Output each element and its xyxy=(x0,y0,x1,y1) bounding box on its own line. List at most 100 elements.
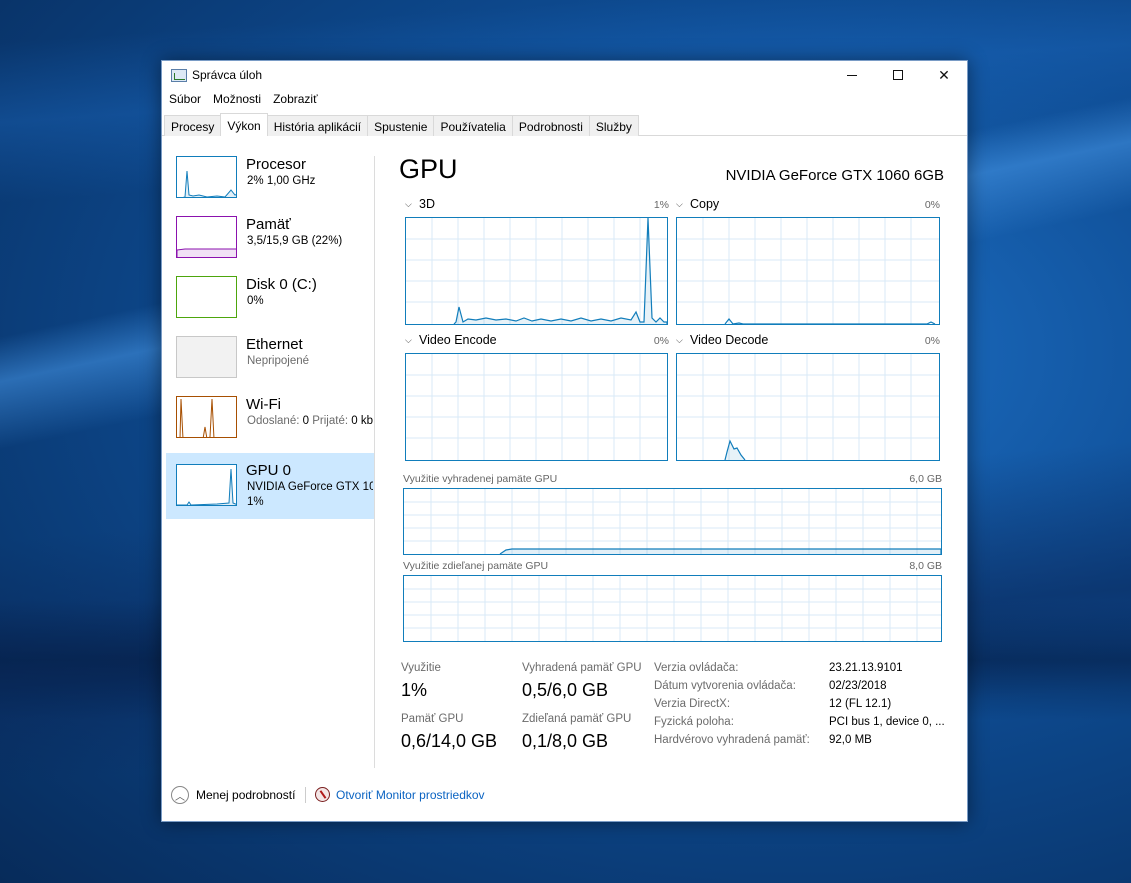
sidebar-item-sub: 2% 1,00 GHz xyxy=(247,175,316,187)
close-button[interactable]: ✕ xyxy=(921,61,967,89)
info-key: Verzia DirectX: xyxy=(654,698,731,710)
sidebar-item-gpu[interactable]: GPU 0 NVIDIA GeForce GTX 1060 6GB 1% xyxy=(166,453,374,519)
menu-bar: Súbor Možnosti Zobraziť xyxy=(162,89,967,109)
disk-thumbnail-graph xyxy=(176,276,237,318)
page-title: GPU xyxy=(399,154,458,184)
chevron-down-icon: ⌵ xyxy=(405,334,412,345)
sidebar-item-sub: 0% xyxy=(247,295,264,307)
info-value: 23.21.13.9101 xyxy=(829,662,903,674)
gpu-mem-value: 0,6/14,0 GB xyxy=(401,731,498,751)
sidebar-item-sub: Odoslané: 0 Prijaté: 0 kb xyxy=(247,415,373,427)
tab-services[interactable]: Služby xyxy=(588,115,639,136)
engine-copy-graph xyxy=(676,217,940,325)
sidebar-item-ethernet[interactable]: Ethernet Nepripojené xyxy=(166,333,374,393)
footer-divider xyxy=(305,787,306,803)
engine-copy-selector[interactable]: ⌵ Copy xyxy=(676,197,719,211)
close-icon: ✕ xyxy=(938,66,950,83)
minimize-icon xyxy=(847,74,857,76)
engine-pct: 0% xyxy=(924,199,940,211)
tab-processes[interactable]: Procesy xyxy=(164,115,222,136)
chevron-down-icon: ⌵ xyxy=(676,334,683,345)
chevron-down-icon: ⌵ xyxy=(676,198,683,209)
engine-3d-selector[interactable]: ⌵ 3D xyxy=(405,197,435,211)
engine-pct: 1% xyxy=(653,199,669,211)
shared-mem-label: Využitie zdieľanej pamäte GPU xyxy=(403,560,549,572)
sidebar-item-label: GPU 0 xyxy=(246,462,292,479)
engine-pct: 0% xyxy=(924,335,940,347)
memory-thumbnail-graph xyxy=(176,216,237,258)
menu-file[interactable]: Súbor xyxy=(169,89,201,109)
open-resource-monitor-link[interactable]: Otvoriť Monitor prostriedkov xyxy=(336,788,485,802)
sidebar-item-cpu[interactable]: Procesor 2% 1,00 GHz xyxy=(166,153,374,213)
info-key: Dátum vytvorenia ovládača: xyxy=(654,680,796,692)
sidebar-item-disk[interactable]: Disk 0 (C:) 0% xyxy=(166,273,374,333)
gpu-thumbnail-graph xyxy=(176,464,237,506)
info-value: 92,0 MB xyxy=(829,734,872,746)
sidebar-item-sub: Nepripojené xyxy=(247,355,310,367)
chevron-down-icon: ⌵ xyxy=(405,198,412,209)
ethernet-thumbnail-graph xyxy=(176,336,237,378)
engine-label: Video Encode xyxy=(419,333,497,347)
tab-bar: Procesy Výkon História aplikácií Spusten… xyxy=(162,113,967,136)
utilization-label: Využitie xyxy=(401,662,441,674)
shared-label: Zdieľaná pamäť GPU xyxy=(522,713,632,725)
info-key: Verzia ovládača: xyxy=(654,662,739,674)
maximize-button[interactable] xyxy=(875,61,921,89)
sidebar-divider xyxy=(374,156,375,768)
menu-view[interactable]: Zobraziť xyxy=(273,89,318,109)
info-value: 02/23/2018 xyxy=(829,680,887,692)
engine-label: Video Decode xyxy=(690,333,769,347)
sidebar-item-label: Pamäť xyxy=(246,216,291,233)
sidebar-item-label: Wi-Fi xyxy=(246,396,281,413)
utilization-value: 1% xyxy=(401,680,428,700)
fewer-details-button[interactable]: Menej podrobností xyxy=(196,788,295,802)
sidebar-item-wifi[interactable]: Wi-Fi Odoslané: 0 Prijaté: 0 kb xyxy=(166,393,374,453)
engine-video-decode-graph xyxy=(676,353,940,461)
sidebar-item-memory[interactable]: Pamäť 3,5/15,9 GB (22%) xyxy=(166,213,374,273)
engine-label: Copy xyxy=(690,197,720,211)
window-title: Správca úloh xyxy=(192,68,263,82)
footer: ︿ Menej podrobností Otvoriť Monitor pros… xyxy=(162,769,967,821)
tab-startup[interactable]: Spustenie xyxy=(367,115,435,136)
shared-mem-max: 8,0 GB xyxy=(909,560,942,572)
dedicated-mem-label: Využitie vyhradenej pamäte GPU xyxy=(403,473,558,485)
sidebar-item-sub: NVIDIA GeForce GTX 1060 6GB xyxy=(247,481,373,493)
tab-performance[interactable]: Výkon xyxy=(220,113,268,136)
cpu-thumbnail-graph xyxy=(176,156,237,198)
chevron-up-circle-icon[interactable]: ︿ xyxy=(171,786,189,804)
dedicated-label: Vyhradená pamäť GPU xyxy=(522,662,642,674)
tab-details[interactable]: Podrobnosti xyxy=(511,115,590,136)
shared-value: 0,1/8,0 GB xyxy=(522,731,609,751)
dedicated-value: 0,5/6,0 GB xyxy=(522,680,609,700)
menu-options[interactable]: Možnosti xyxy=(213,89,261,109)
sidebar-item-label: Ethernet xyxy=(246,336,303,353)
minimize-button[interactable] xyxy=(829,61,875,89)
engine-3d-graph xyxy=(405,217,668,325)
engine-video-encode-graph xyxy=(405,353,668,461)
wifi-thumbnail-graph xyxy=(176,396,237,438)
engine-video-decode-selector[interactable]: ⌵ Video Decode xyxy=(676,333,768,347)
dedicated-mem-max: 6,0 GB xyxy=(909,473,942,485)
gpu-mem-label: Pamäť GPU xyxy=(401,713,464,725)
sidebar-item-sub2: 1% xyxy=(247,496,264,508)
shared-mem-graph xyxy=(403,575,942,642)
engine-pct: 0% xyxy=(653,335,669,347)
resource-monitor-icon[interactable] xyxy=(315,787,330,802)
info-value: 12 (FL 12.1) xyxy=(829,698,892,710)
task-manager-window: Správca úloh ✕ Súbor Možnosti Zobraziť P… xyxy=(161,60,968,822)
info-key: Hardvérovo vyhradená pamäť: xyxy=(654,734,810,746)
info-value: PCI bus 1, device 0, ... xyxy=(829,716,945,728)
title-bar[interactable]: Správca úloh ✕ xyxy=(162,61,967,89)
task-manager-icon xyxy=(171,69,187,82)
engine-label: 3D xyxy=(419,197,435,211)
tab-app-history[interactable]: História aplikácií xyxy=(266,115,369,136)
engine-video-encode-selector[interactable]: ⌵ Video Encode xyxy=(405,333,497,347)
performance-sidebar: Procesor 2% 1,00 GHz Pamäť 3,5/15,9 GB (… xyxy=(166,153,374,743)
sidebar-item-sub: 3,5/15,9 GB (22%) xyxy=(247,235,343,247)
sidebar-item-label: Procesor xyxy=(246,156,307,173)
info-key: Fyzická poloha: xyxy=(654,716,734,728)
dedicated-mem-graph xyxy=(403,488,942,555)
gpu-device-name: NVIDIA GeForce GTX 1060 6GB xyxy=(725,167,944,184)
sidebar-item-label: Disk 0 (C:) xyxy=(246,276,317,293)
tab-users[interactable]: Používatelia xyxy=(433,115,513,136)
